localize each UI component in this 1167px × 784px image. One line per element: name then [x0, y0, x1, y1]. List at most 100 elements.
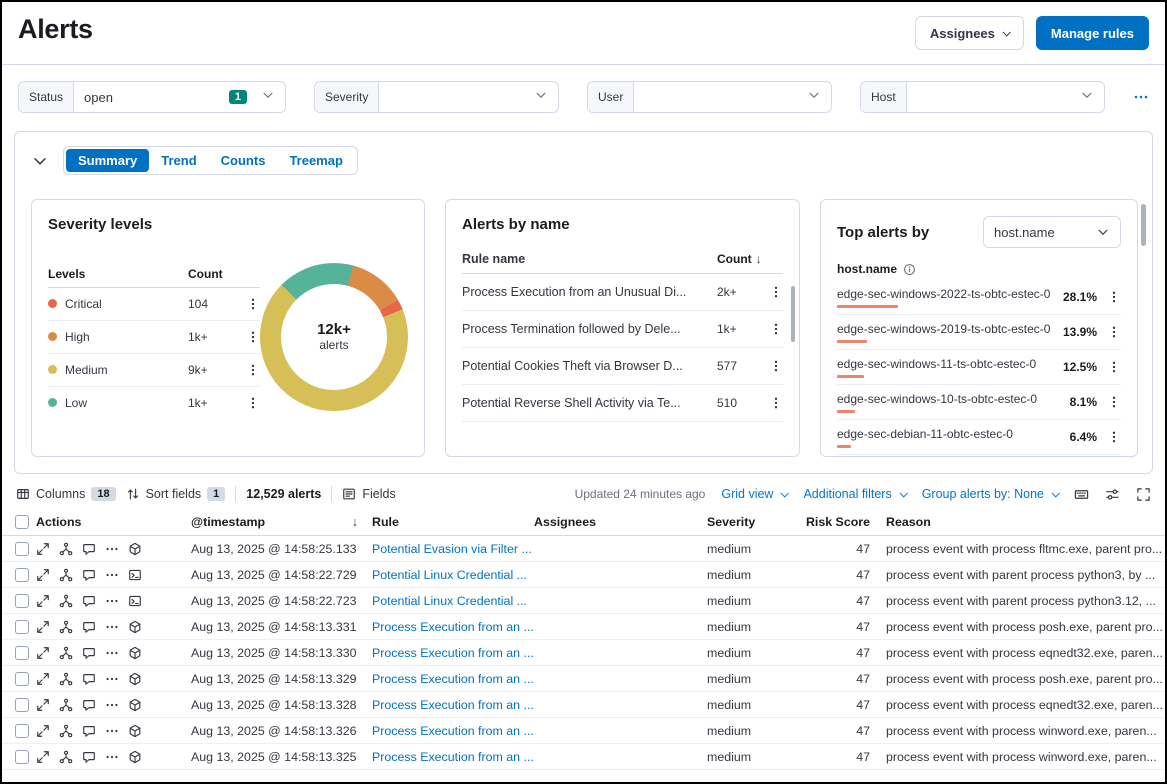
row-checkbox[interactable]: [15, 698, 29, 712]
row-actions-kebab-icon[interactable]: [246, 396, 260, 410]
col-count[interactable]: Count↓: [717, 252, 769, 266]
analyze-event-icon[interactable]: [59, 672, 73, 686]
row-checkbox[interactable]: [15, 620, 29, 634]
add-note-icon[interactable]: [82, 724, 96, 738]
manage-rules-button[interactable]: Manage rules: [1036, 16, 1149, 50]
status-filter[interactable]: Status open 1: [18, 81, 286, 113]
add-note-icon[interactable]: [82, 750, 96, 764]
row-checkbox[interactable]: [15, 724, 29, 738]
session-view-icon[interactable]: [128, 698, 142, 712]
table-row[interactable]: Aug 13, 2025 @ 14:58:22.729 Potential Li…: [2, 562, 1165, 588]
col-assignees[interactable]: Assignees: [534, 515, 707, 529]
row-checkbox[interactable]: [15, 750, 29, 764]
row-actions-kebab-icon[interactable]: [1107, 430, 1121, 444]
col-timestamp[interactable]: @timestamp↓: [191, 515, 372, 529]
row-checkbox[interactable]: [15, 672, 29, 686]
tab-treemap[interactable]: Treemap: [277, 149, 354, 172]
session-view-icon[interactable]: [128, 750, 142, 764]
session-view-icon[interactable]: [128, 594, 142, 608]
analyze-event-icon[interactable]: [59, 594, 73, 608]
more-actions-icon[interactable]: [105, 750, 119, 764]
expand-alert-icon[interactable]: [36, 542, 50, 556]
expand-alert-icon[interactable]: [36, 672, 50, 686]
expand-alert-icon[interactable]: [36, 568, 50, 582]
row-actions-kebab-icon[interactable]: [246, 297, 260, 311]
more-actions-icon[interactable]: [105, 620, 119, 634]
add-note-icon[interactable]: [82, 698, 96, 712]
row-checkbox[interactable]: [15, 542, 29, 556]
more-actions-icon[interactable]: [105, 594, 119, 608]
analyze-event-icon[interactable]: [59, 620, 73, 634]
tab-summary[interactable]: Summary: [66, 149, 149, 172]
fullscreen-icon[interactable]: [1136, 487, 1151, 502]
row-actions-kebab-icon[interactable]: [1107, 325, 1121, 339]
add-note-icon[interactable]: [82, 646, 96, 660]
row-actions-kebab-icon[interactable]: [1107, 360, 1121, 374]
col-risk-score[interactable]: Risk Score: [798, 515, 886, 529]
col-rule[interactable]: Rule: [372, 515, 534, 529]
table-row[interactable]: Aug 13, 2025 @ 14:58:13.330 Process Exec…: [2, 640, 1165, 666]
row-actions-kebab-icon[interactable]: [1107, 395, 1121, 409]
user-filter[interactable]: User: [587, 81, 832, 113]
table-row[interactable]: Aug 13, 2025 @ 14:58:25.133 Potential Ev…: [2, 536, 1165, 562]
row-actions-kebab-icon[interactable]: [769, 322, 783, 336]
expand-alert-icon[interactable]: [36, 646, 50, 660]
analyze-event-icon[interactable]: [59, 568, 73, 582]
tab-trend[interactable]: Trend: [149, 149, 208, 172]
rule-link[interactable]: Process Execution from an ...: [372, 698, 534, 712]
columns-button[interactable]: Columns 18: [16, 487, 116, 501]
rule-link[interactable]: Process Execution from an ...: [372, 724, 534, 738]
rule-link[interactable]: Process Execution from an ...: [372, 750, 534, 764]
analyze-event-icon[interactable]: [59, 542, 73, 556]
row-checkbox[interactable]: [15, 568, 29, 582]
row-checkbox[interactable]: [15, 594, 29, 608]
info-icon[interactable]: [903, 263, 916, 276]
expand-alert-icon[interactable]: [36, 724, 50, 738]
tab-counts[interactable]: Counts: [209, 149, 278, 172]
rule-link[interactable]: Process Execution from an ...: [372, 620, 534, 634]
table-row[interactable]: Aug 13, 2025 @ 14:58:13.329 Process Exec…: [2, 666, 1165, 692]
more-actions-icon[interactable]: [105, 646, 119, 660]
row-actions-kebab-icon[interactable]: [246, 363, 260, 377]
analyze-event-icon[interactable]: [59, 646, 73, 660]
session-view-icon[interactable]: [128, 646, 142, 660]
display-options-icon[interactable]: [1105, 487, 1120, 502]
grid-view-button[interactable]: Grid view: [721, 487, 787, 501]
host-filter[interactable]: Host: [860, 81, 1105, 113]
scrollbar[interactable]: [791, 286, 795, 342]
more-filters-icon[interactable]: [1133, 89, 1149, 105]
session-view-icon[interactable]: [128, 568, 142, 582]
select-all-checkbox[interactable]: [15, 515, 29, 529]
additional-filters-button[interactable]: Additional filters: [803, 487, 905, 501]
more-actions-icon[interactable]: [105, 672, 119, 686]
row-actions-kebab-icon[interactable]: [769, 396, 783, 410]
add-note-icon[interactable]: [82, 672, 96, 686]
add-note-icon[interactable]: [82, 542, 96, 556]
rule-link[interactable]: Potential Linux Credential ...: [372, 568, 534, 582]
more-actions-icon[interactable]: [105, 542, 119, 556]
row-checkbox[interactable]: [15, 646, 29, 660]
assignees-button[interactable]: Assignees: [915, 16, 1024, 50]
more-actions-icon[interactable]: [105, 698, 119, 712]
add-note-icon[interactable]: [82, 594, 96, 608]
row-actions-kebab-icon[interactable]: [769, 285, 783, 299]
row-actions-kebab-icon[interactable]: [1107, 290, 1121, 304]
table-row[interactable]: Aug 13, 2025 @ 14:58:13.328 Process Exec…: [2, 692, 1165, 718]
col-severity[interactable]: Severity: [707, 515, 798, 529]
session-view-icon[interactable]: [128, 672, 142, 686]
more-actions-icon[interactable]: [105, 724, 119, 738]
add-note-icon[interactable]: [82, 620, 96, 634]
table-row[interactable]: Aug 13, 2025 @ 14:58:13.325 Process Exec…: [2, 744, 1165, 770]
rule-link[interactable]: Process Execution from an ...: [372, 672, 534, 686]
expand-alert-icon[interactable]: [36, 698, 50, 712]
rule-link[interactable]: Potential Evasion via Filter ...: [372, 542, 534, 556]
analyze-event-icon[interactable]: [59, 750, 73, 764]
expand-alert-icon[interactable]: [36, 750, 50, 764]
more-actions-icon[interactable]: [105, 568, 119, 582]
analyze-event-icon[interactable]: [59, 698, 73, 712]
group-alerts-by-button[interactable]: Group alerts by: None: [922, 487, 1058, 501]
session-view-icon[interactable]: [128, 542, 142, 556]
sort-fields-button[interactable]: Sort fields 1: [126, 487, 226, 501]
table-row[interactable]: Aug 13, 2025 @ 14:58:13.331 Process Exec…: [2, 614, 1165, 640]
analyze-event-icon[interactable]: [59, 724, 73, 738]
